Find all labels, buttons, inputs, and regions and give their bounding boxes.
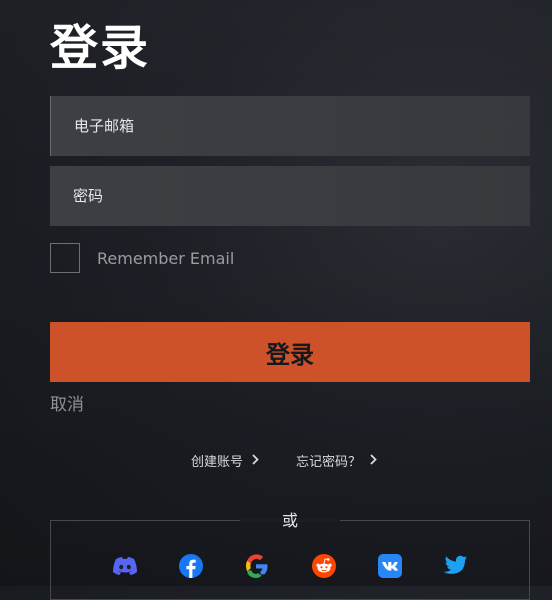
google-icon[interactable] [243,553,269,579]
email-field[interactable] [50,96,530,156]
forgot-password-label: 忘记密码？ [296,455,362,470]
chevron-right-icon [252,453,259,468]
facebook-icon[interactable] [178,553,204,579]
or-divider-label: 或 [281,511,298,530]
reddit-icon[interactable] [311,553,337,579]
remember-email-label: Remember Email [97,248,235,268]
create-account-link[interactable]: 创建账号 [191,451,259,470]
background [0,0,552,586]
chevron-right-icon [370,453,377,468]
remember-email-checkbox[interactable] [50,243,80,273]
create-account-label: 创建账号 [191,455,244,470]
forgot-password-link[interactable]: 忘记密码？ [296,451,377,470]
password-field[interactable] [50,166,530,226]
twitter-icon[interactable] [442,553,468,579]
cancel-link[interactable]: 取消 [50,390,84,415]
login-button[interactable]: 登录 [50,322,530,382]
vk-icon[interactable] [377,553,403,579]
page-title: 登录 [50,20,151,76]
remember-email-toggle[interactable]: Remember Email [50,243,234,273]
discord-icon[interactable] [112,553,138,579]
